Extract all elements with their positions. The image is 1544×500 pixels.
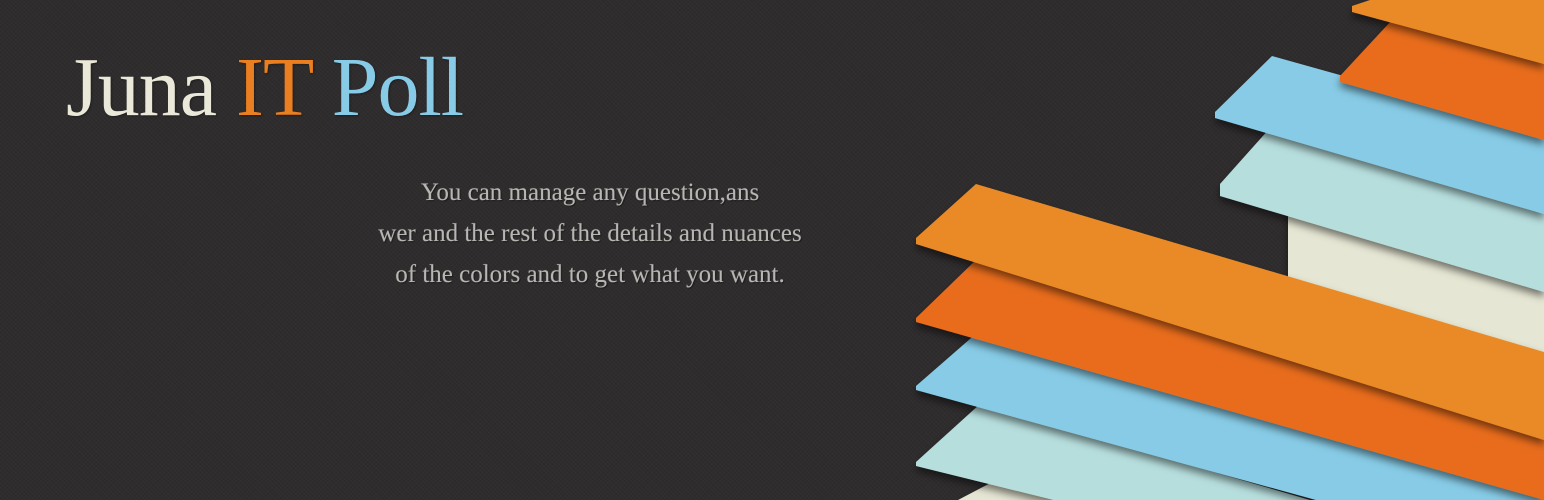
decorative-stripes (916, 0, 1544, 500)
banner: Juna IT Poll You can manage any question… (0, 0, 1544, 500)
